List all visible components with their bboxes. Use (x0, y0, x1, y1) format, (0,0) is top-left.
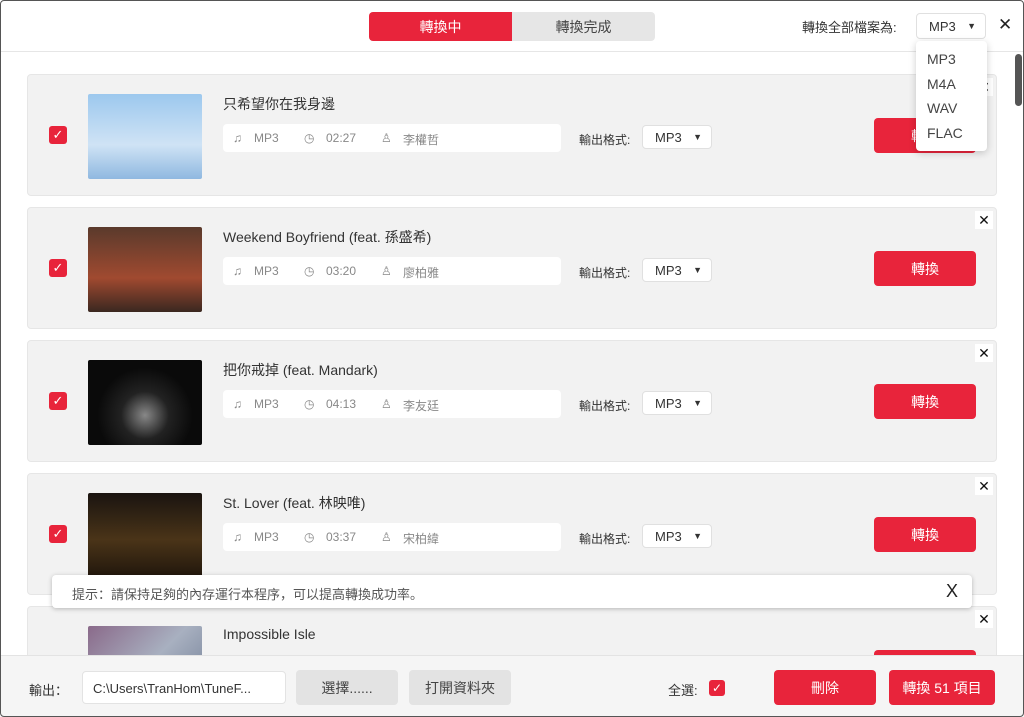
output-format-label: 輸出格式: (579, 399, 631, 413)
album-cover (88, 94, 202, 179)
song-title: 把你戒掉 (feat. Mandark) (223, 362, 378, 378)
user-icon: ♙ (381, 131, 392, 145)
song-format: MP3 (254, 131, 279, 145)
caret-down-icon: ▼ (967, 21, 976, 31)
output-format-value: MP3 (655, 395, 682, 411)
song-card: ✓ 只希望你在我身邊 ♫ MP3 ◷ 02:27 ♙ 李權哲 輸出格式: MP3… (27, 74, 997, 196)
song-checkbox[interactable]: ✓ (49, 259, 67, 277)
convert-all-select[interactable]: MP3 ▼ (916, 13, 986, 39)
song-artist: 廖柏雅 (403, 266, 440, 280)
close-icon[interactable]: ✕ (998, 15, 1012, 35)
output-format-select[interactable]: MP3 ▼ (642, 125, 712, 149)
output-path-field[interactable]: C:\Users\TranHom\TuneF... (82, 671, 286, 704)
close-tip-icon[interactable]: X (946, 581, 958, 602)
remove-song-icon[interactable]: ✕ (975, 477, 993, 495)
song-duration: 02:27 (326, 131, 357, 145)
convert-all-value: MP3 (929, 18, 956, 34)
remove-song-icon[interactable]: ✕ (975, 211, 993, 229)
user-icon: ♙ (381, 530, 392, 544)
remove-song-icon[interactable]: ✕ (975, 344, 993, 362)
caret-down-icon: ▼ (693, 531, 702, 541)
caret-down-icon: ▼ (693, 265, 702, 275)
music-note-icon: ♫ (233, 530, 242, 544)
convert-button[interactable]: 轉換 (874, 517, 976, 552)
song-info: ♫ MP3 ◷ 03:37 ♙ 宋柏緯 (223, 523, 561, 551)
select-all-label: 全選: (668, 683, 698, 698)
convert-button[interactable]: 轉換 (874, 384, 976, 419)
output-format-select[interactable]: MP3 ▼ (642, 391, 712, 415)
output-format-label: 輸出格式: (579, 266, 631, 280)
output-format-label: 輸出格式: (579, 133, 631, 147)
song-artist: 李權哲 (403, 133, 440, 147)
song-duration: 03:20 (326, 264, 357, 278)
song-checkbox[interactable]: ✓ (49, 392, 67, 410)
song-duration: 03:37 (326, 530, 357, 544)
dropdown-option-m4a[interactable]: M4A (916, 76, 987, 101)
footer: 輸出： C:\Users\TranHom\TuneF... 選擇...... 打… (0, 655, 1024, 717)
convert-all-label: 轉換全部檔案為: (802, 20, 897, 35)
convert-button[interactable]: 轉換 (874, 251, 976, 286)
album-cover (88, 493, 202, 578)
dropdown-option-flac[interactable]: FLAC (916, 125, 987, 150)
output-label: 輸出： (29, 683, 69, 698)
music-note-icon: ♫ (233, 264, 242, 278)
open-folder-button[interactable]: 打開資料夾 (409, 670, 511, 705)
album-cover (88, 626, 202, 655)
output-format-value: MP3 (655, 129, 682, 145)
delete-button[interactable]: 刪除 (774, 670, 876, 705)
song-format: MP3 (254, 530, 279, 544)
song-title: 只希望你在我身邊 (223, 96, 335, 112)
dropdown-option-wav[interactable]: WAV (916, 100, 987, 125)
song-checkbox[interactable]: ✓ (49, 525, 67, 543)
tab-converting[interactable]: 轉換中 (369, 12, 512, 41)
tip-toast: 提示：請保持足夠的內存運行本程序，可以提高轉換成功率。 X (52, 575, 972, 608)
clock-icon: ◷ (304, 530, 315, 544)
user-icon: ♙ (381, 264, 392, 278)
song-format: MP3 (254, 397, 279, 411)
song-card: ✓ 把你戒掉 (feat. Mandark) ♫ MP3 ◷ 04:13 ♙ 李… (27, 340, 997, 462)
song-format: MP3 (254, 264, 279, 278)
remove-song-icon[interactable]: ✕ (975, 610, 993, 628)
clock-icon: ◷ (304, 264, 315, 278)
select-all-checkbox[interactable]: ✓ (709, 680, 725, 696)
song-info: ♫ MP3 ◷ 02:27 ♙ 李權哲 (223, 124, 561, 152)
tip-text: 提示：請保持足夠的內存運行本程序，可以提高轉換成功率。 (72, 587, 424, 602)
caret-down-icon: ▼ (693, 132, 702, 142)
output-format-label: 輸出格式: (579, 532, 631, 546)
output-format-value: MP3 (655, 528, 682, 544)
clock-icon: ◷ (304, 131, 315, 145)
song-title: Weekend Boyfriend (feat. 孫盛希) (223, 229, 432, 245)
song-artist: 李友廷 (403, 399, 440, 413)
clock-icon: ◷ (304, 397, 315, 411)
song-info: ♫ MP3 ◷ 04:13 ♙ 李友廷 (223, 390, 561, 418)
scrollbar[interactable] (1015, 54, 1022, 106)
album-cover (88, 360, 202, 445)
song-artist: 宋柏緯 (403, 532, 440, 546)
song-duration: 04:13 (326, 397, 357, 411)
output-format-select[interactable]: MP3 ▼ (642, 258, 712, 282)
song-card: ✓ Impossible Isle轉換 ✕ (27, 606, 997, 655)
output-format-value: MP3 (655, 262, 682, 278)
music-note-icon: ♫ (233, 397, 242, 411)
caret-down-icon: ▼ (693, 398, 702, 408)
user-icon: ♙ (381, 397, 392, 411)
output-format-select[interactable]: MP3 ▼ (642, 524, 712, 548)
song-list: ✓ 只希望你在我身邊 ♫ MP3 ◷ 02:27 ♙ 李權哲 輸出格式: MP3… (0, 52, 1014, 655)
choose-button[interactable]: 選擇...... (296, 670, 398, 705)
song-title: Impossible Isle (223, 626, 316, 642)
album-cover (88, 227, 202, 312)
tab-converted[interactable]: 轉換完成 (512, 12, 655, 41)
convert-items-button[interactable]: 轉換 51 項目 (889, 670, 995, 705)
song-title: St. Lover (feat. 林映唯) (223, 495, 366, 511)
song-info: ♫ MP3 ◷ 03:20 ♙ 廖柏雅 (223, 257, 561, 285)
song-card: ✓ Weekend Boyfriend (feat. 孫盛希) ♫ MP3 ◷ … (27, 207, 997, 329)
header: 轉換中 轉換完成 轉換全部檔案為: MP3 ▼ ✕ (0, 0, 1024, 52)
music-note-icon: ♫ (233, 131, 242, 145)
format-dropdown-menu: MP3 M4A WAV FLAC (916, 41, 987, 151)
dropdown-option-mp3[interactable]: MP3 (916, 51, 987, 76)
song-checkbox[interactable]: ✓ (49, 126, 67, 144)
